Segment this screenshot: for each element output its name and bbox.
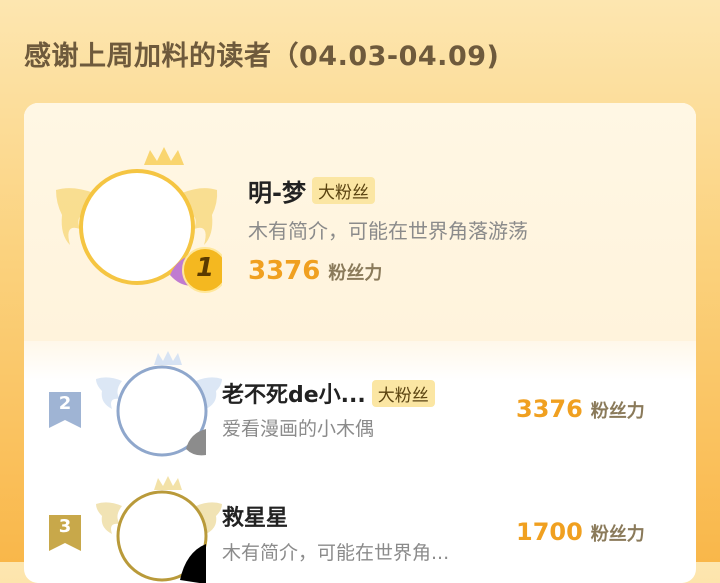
reader-name-row: 救星星 [222,500,288,532]
reader-name[interactable]: 老不死de小... [222,377,366,409]
fan-power-row: 3376 粉丝力 [516,395,645,423]
crown-icon [144,147,184,165]
crown-icon [154,476,182,490]
fan-power-unit: 粉丝力 [590,524,645,545]
reader-bio: 爱看漫画的小木偶 [222,418,375,440]
fan-power-unit: 粉丝力 [328,263,383,284]
reader-bio: 木有简介，可能在世界角... [222,542,450,564]
list-item[interactable]: 3 救星星 木有简介，可能在世界角... 1700 粉丝力 [24,468,696,583]
reader-name-row: 老不死de小... 大粉丝 [222,377,435,409]
reader-name[interactable]: 明-梦 [248,173,306,208]
reader-name[interactable]: 救星星 [222,500,288,532]
reader-leaderboard-card: 1 明-梦 大粉丝 木有简介，可能在世界角落游荡 3376 粉丝力 2 老不死d… [24,103,696,583]
fan-power-value: 3376 [516,395,583,423]
fan-power-unit: 粉丝力 [590,401,645,422]
fan-badge: 大粉丝 [371,379,435,407]
bronze-laurel-avatar-frame [96,476,222,583]
fan-badge: 大粉丝 [311,177,375,204]
top-reader-name-row: 明-梦 大粉丝 [248,173,375,208]
fan-power-value: 3376 [248,256,321,286]
rank-number: 3 [58,516,72,537]
silver-laurel-avatar-frame [96,351,222,457]
rank-number: 1 [195,253,215,283]
rank-number: 2 [58,393,72,414]
fan-power-row: 1700 粉丝力 [516,518,645,546]
crown-icon [154,351,182,365]
fan-power-row: 3376 粉丝力 [248,256,382,286]
page-title: 感谢上周加料的读者（04.03-04.09) [24,41,500,72]
reader-bio: 木有简介，可能在世界角落游荡 [248,219,528,243]
fan-power-value: 1700 [516,518,583,546]
top-reader-section[interactable]: 1 明-梦 大粉丝 木有简介，可能在世界角落游荡 3376 粉丝力 [24,103,696,341]
list-item[interactable]: 2 老不死de小... 大粉丝 爱看漫画的小木偶 3376 粉丝力 [24,343,696,463]
